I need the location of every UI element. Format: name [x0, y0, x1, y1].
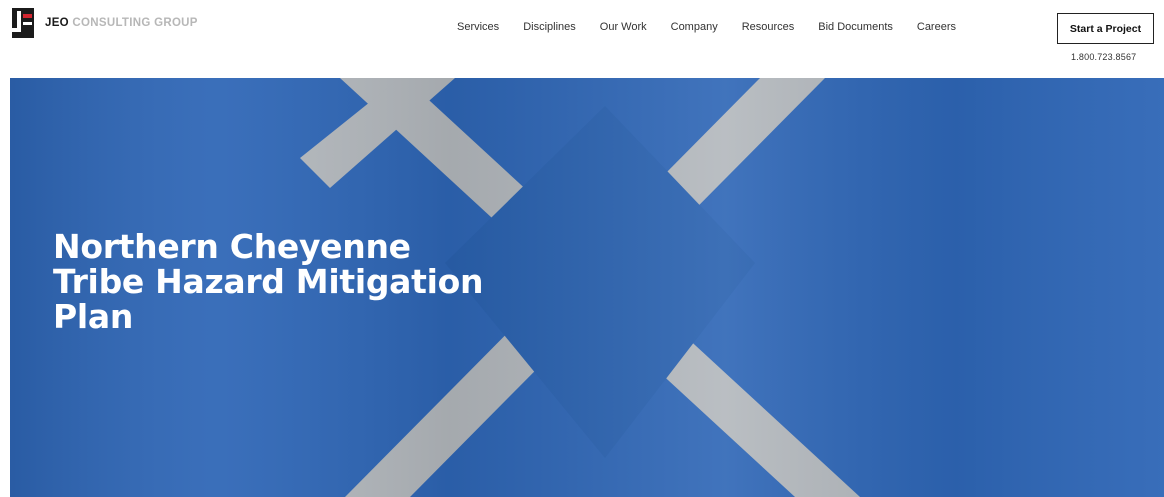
nav-disciplines[interactable]: Disciplines: [523, 21, 576, 33]
nav-bid-documents[interactable]: Bid Documents: [818, 21, 893, 33]
nav-our-work[interactable]: Our Work: [600, 21, 647, 33]
title-line: Tribe Hazard Mitigation: [53, 262, 484, 301]
logo-brand: JEO: [45, 17, 69, 29]
logo-wordmark: JEO CONSULTING GROUP: [45, 17, 198, 29]
logo-subtitle: CONSULTING GROUP: [72, 17, 198, 29]
start-a-project-button[interactable]: Start a Project: [1057, 13, 1154, 44]
page-title: Northern Cheyenne Tribe Hazard Mitigatio…: [53, 229, 513, 334]
nav-services[interactable]: Services: [457, 21, 499, 33]
nav-careers[interactable]: Careers: [917, 21, 956, 33]
phone-number[interactable]: 1.800.723.8567: [1071, 52, 1136, 62]
main-nav: Services Disciplines Our Work Company Re…: [457, 21, 980, 33]
nav-resources[interactable]: Resources: [742, 21, 795, 33]
site-header: JEO CONSULTING GROUP Services Discipline…: [0, 0, 1164, 78]
title-line: Northern Cheyenne: [53, 227, 411, 266]
nav-company[interactable]: Company: [671, 21, 718, 33]
logo[interactable]: JEO CONSULTING GROUP: [12, 8, 198, 38]
jeo-logo-icon: [12, 8, 34, 38]
hero-banner: Northern Cheyenne Tribe Hazard Mitigatio…: [10, 78, 1164, 497]
title-line: Plan: [53, 297, 134, 336]
